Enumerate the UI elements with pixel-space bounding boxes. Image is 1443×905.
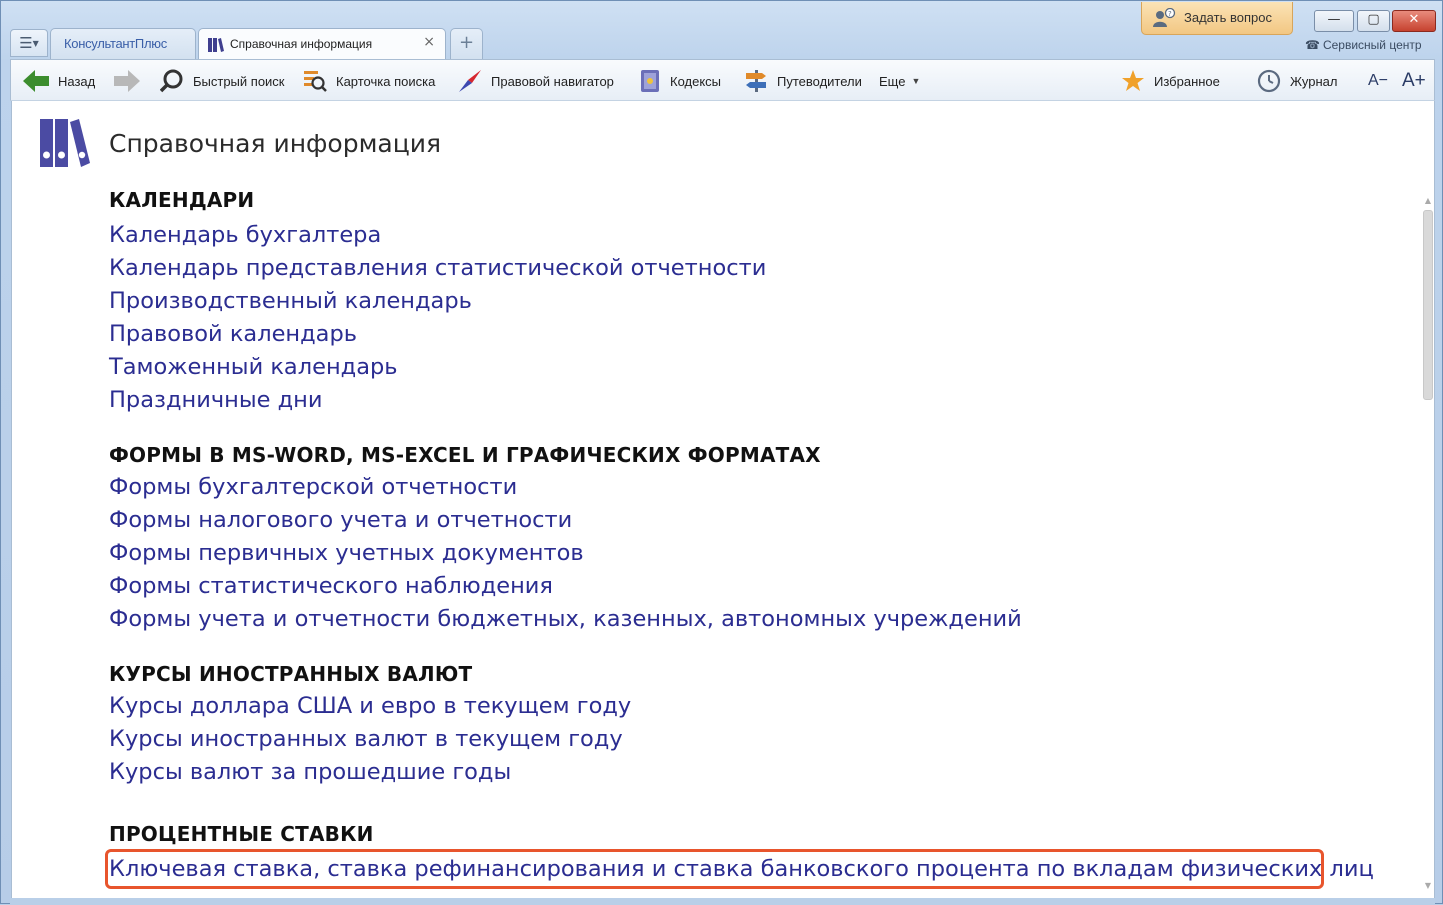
service-center-link[interactable]: ☎ Сервисный центр (1305, 38, 1422, 52)
link-legal-calendar[interactable]: Правовой календарь (109, 321, 357, 347)
legal-navigator-label: Правовой навигатор (491, 73, 614, 89)
arrow-left-icon (23, 69, 49, 93)
link-budget-institutions-forms[interactable]: Формы учета и отчетности бюджетных, казе… (109, 606, 1022, 632)
guides-button[interactable]: Путеводители (744, 60, 862, 102)
section-heading-currency-rates: КУРСЫ ИНОСТРАННЫХ ВАЛЮТ (109, 662, 473, 686)
arrow-right-icon (114, 69, 140, 93)
compass-icon (458, 69, 482, 93)
consultant-logo: КонсультантПлюс (64, 36, 167, 51)
link-statistical-observation-forms[interactable]: Формы статистического наблюдения (109, 573, 553, 599)
section-heading-forms: ФОРМЫ В MS-WORD, MS-EXCEL И ГРАФИЧЕСКИХ … (109, 443, 821, 467)
font-smaller-label: A− (1368, 72, 1389, 89)
user-question-icon: ? (1152, 7, 1176, 32)
minimize-icon: — (1327, 12, 1341, 27)
link-production-calendar[interactable]: Производственный календарь (109, 288, 472, 314)
hamburger-icon: ☰ (19, 34, 33, 52)
more-button[interactable]: Еще ▼ (879, 60, 920, 102)
ask-question-button[interactable]: ? Задать вопрос (1141, 2, 1293, 35)
close-icon: ✕ (1408, 12, 1420, 27)
search-card-icon (303, 69, 327, 93)
favorites-label: Избранное (1154, 73, 1220, 89)
forward-button[interactable] (114, 60, 149, 102)
history-clock-icon (1257, 69, 1281, 93)
back-button[interactable]: Назад (23, 60, 95, 102)
tab-reference-info[interactable]: Справочная информация × (198, 28, 446, 59)
back-label: Назад (58, 73, 96, 89)
link-statistical-reporting-calendar[interactable]: Календарь представления статистической о… (109, 255, 766, 281)
guides-label: Путеводители (777, 73, 862, 89)
font-larger-label: A+ (1402, 70, 1426, 91)
vertical-scrollbar[interactable]: ▲ ▼ (1421, 196, 1434, 891)
journal-label: Журнал (1290, 73, 1338, 89)
books-icon (208, 37, 224, 56)
new-tab-button[interactable]: + (450, 28, 483, 59)
svg-text:?: ? (1168, 10, 1172, 18)
search-card-button[interactable]: Карточка поиска (303, 60, 435, 102)
toolbar: Назад Быстрый поиск Карточка поиска Прав… (10, 59, 1435, 101)
link-foreign-currency-rates[interactable]: Курсы иностранных валют в текущем году (109, 726, 623, 752)
highlight-box (105, 849, 1324, 889)
close-icon[interactable]: × (423, 34, 435, 50)
star-icon (1121, 69, 1145, 93)
chevron-down-icon: ▼ (911, 76, 921, 86)
quick-search-button[interactable]: Быстрый поиск (160, 60, 285, 102)
link-holidays[interactable]: Праздничные дни (109, 387, 323, 413)
codes-label: Кодексы (670, 73, 722, 89)
close-window-button[interactable]: ✕ (1392, 10, 1436, 32)
quick-search-label: Быстрый поиск (193, 73, 285, 89)
maximize-icon: ▢ (1367, 12, 1380, 27)
page-title: Справочная информация (109, 129, 442, 158)
main-menu-button[interactable]: ☰▼ (10, 29, 48, 57)
link-usd-eur-rates[interactable]: Курсы доллара США и евро в текущем году (109, 693, 631, 719)
ask-question-label: Задать вопрос (1184, 10, 1272, 25)
chevron-down-icon: ▼ (32, 39, 39, 48)
tab-label: Справочная информация (230, 37, 373, 51)
section-heading-interest-rates: ПРОЦЕНТНЫЕ СТАВКИ (109, 822, 374, 846)
books-icon (40, 119, 90, 171)
journal-button[interactable]: Журнал (1257, 60, 1337, 102)
section-heading-calendars: КАЛЕНДАРИ (109, 188, 255, 212)
scroll-up-icon[interactable]: ▲ (1421, 196, 1434, 206)
scroll-down-icon[interactable]: ▼ (1421, 881, 1434, 891)
scrollbar-thumb[interactable] (1423, 210, 1433, 400)
link-primary-documents-forms[interactable]: Формы первичных учетных документов (109, 540, 584, 566)
more-label: Еще (879, 73, 906, 89)
link-customs-calendar[interactable]: Таможенный календарь (109, 354, 398, 380)
codes-button[interactable]: Кодексы (639, 60, 721, 102)
tab-consultant-logo[interactable]: КонсультантПлюс (50, 28, 196, 59)
content-area: Справочная информация КАЛЕНДАРИ Календар… (11, 101, 1435, 898)
phone-icon: ☎ (1305, 38, 1320, 52)
minimize-button[interactable]: — (1314, 10, 1354, 32)
favorites-button[interactable]: Избранное (1121, 60, 1220, 102)
plus-icon: + (458, 32, 475, 53)
link-accounting-reporting-forms[interactable]: Формы бухгалтерской отчетности (109, 474, 517, 500)
font-larger-button[interactable]: A+ (1402, 60, 1426, 102)
legal-navigator-button[interactable]: Правовой навигатор (458, 60, 614, 102)
search-icon (160, 69, 184, 93)
service-center-label: Сервисный центр (1322, 38, 1422, 52)
font-smaller-button[interactable]: A− (1368, 60, 1388, 102)
signpost-icon (744, 69, 768, 93)
link-past-years-rates[interactable]: Курсы валют за прошедшие годы (109, 759, 511, 785)
maximize-button[interactable]: ▢ (1357, 10, 1390, 32)
codex-book-icon (639, 69, 661, 93)
link-accountant-calendar[interactable]: Календарь бухгалтера (109, 222, 381, 248)
app-window: ☰▼ КонсультантПлюс Справочная информация… (0, 0, 1443, 905)
search-card-label: Карточка поиска (336, 73, 436, 89)
link-tax-accounting-forms[interactable]: Формы налогового учета и отчетности (109, 507, 572, 533)
